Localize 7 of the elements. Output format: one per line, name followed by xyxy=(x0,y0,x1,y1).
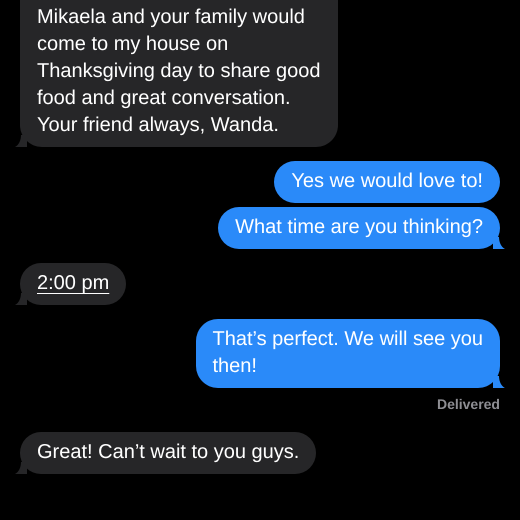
bubble-tail-icon xyxy=(493,376,505,388)
bubble-tail-icon xyxy=(15,462,27,474)
sent-message-bubble: Yes we would love to! xyxy=(274,161,500,203)
delivery-status: Delivered xyxy=(436,396,500,412)
bubble-tail-icon xyxy=(15,135,27,147)
bubble-tail-icon xyxy=(493,237,505,249)
bubble-tail-icon xyxy=(15,293,27,305)
